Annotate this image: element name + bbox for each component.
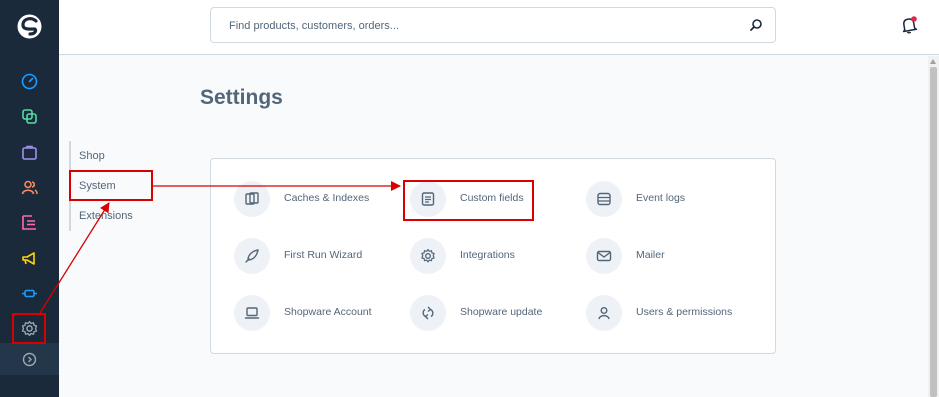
settings-tab-extensions[interactable]: Extensions: [71, 201, 169, 231]
setting-icon-circle: [234, 181, 270, 217]
top-bar: [59, 0, 939, 55]
setting-label: Caches & Indexes: [284, 192, 370, 204]
scroll-thumb[interactable]: [930, 67, 937, 397]
settings-tab-system[interactable]: System: [71, 171, 169, 201]
mail-icon: [596, 250, 612, 262]
bell-icon[interactable]: [899, 15, 919, 35]
content-icon[interactable]: [20, 213, 39, 232]
setting-mailer[interactable]: Mailer: [586, 238, 736, 274]
system-settings-card: Caches & Indexes Custom fields Event log…: [210, 158, 776, 354]
setting-icon-circle: [410, 295, 446, 331]
search-input[interactable]: [229, 17, 729, 35]
settings-tab-nav: Shop System Extensions: [69, 141, 169, 231]
shopware-logo-icon: [17, 14, 42, 39]
scroll-up-icon[interactable]: [930, 59, 936, 64]
custom-fields-icon: [421, 192, 435, 206]
global-search[interactable]: [210, 7, 776, 43]
page-scrollbar[interactable]: [928, 56, 939, 397]
settings-tab-shop[interactable]: Shop: [71, 141, 169, 171]
page-title: Settings: [200, 86, 283, 109]
rocket-icon: [245, 249, 259, 263]
setting-icon-circle: [586, 295, 622, 331]
cache-icon: [245, 192, 259, 205]
setting-custom-fields[interactable]: Custom fields: [410, 181, 560, 217]
setting-label: Event logs: [636, 192, 686, 204]
setting-integrations[interactable]: Integrations: [410, 238, 560, 274]
logo-area[interactable]: [0, 0, 59, 55]
setting-icon-circle: [586, 181, 622, 217]
setting-label: Users & permissions: [636, 306, 733, 318]
setting-icon-circle: [410, 181, 446, 217]
gear-icon: [421, 248, 435, 263]
setting-icon-circle: [234, 295, 270, 331]
expand-icon[interactable]: [20, 350, 39, 369]
setting-first-run-wizard[interactable]: First Run Wizard: [234, 238, 384, 274]
setting-event-logs[interactable]: Event logs: [586, 181, 736, 217]
update-icon: [422, 306, 434, 320]
setting-label: Mailer: [636, 249, 665, 261]
setting-shopware-account[interactable]: Shopware Account: [234, 295, 384, 331]
orders-icon[interactable]: [20, 143, 39, 162]
setting-label: Shopware Account: [284, 306, 372, 318]
search-icon[interactable]: [749, 18, 763, 32]
event-logs-icon: [597, 192, 611, 206]
setting-icon-circle: [586, 238, 622, 274]
sidebar-user-area: [0, 375, 59, 397]
customers-icon[interactable]: [20, 178, 39, 197]
dashboard-icon[interactable]: [20, 72, 39, 91]
marketing-icon[interactable]: [20, 249, 39, 268]
setting-shopware-update[interactable]: Shopware update: [410, 295, 560, 331]
extensions-icon[interactable]: [20, 284, 39, 303]
setting-label: First Run Wizard: [284, 249, 363, 261]
setting-icon-circle: [234, 238, 270, 274]
setting-caches-indexes[interactable]: Caches & Indexes: [234, 181, 384, 217]
laptop-icon: [244, 307, 260, 319]
app-root: Settings Shop System Extensions Caches &…: [0, 0, 939, 397]
settings-icon[interactable]: [20, 319, 39, 338]
user-icon: [598, 307, 610, 320]
setting-users-permissions[interactable]: Users & permissions: [586, 295, 746, 331]
setting-label: Custom fields: [460, 192, 524, 204]
admin-sidebar: [0, 0, 59, 397]
setting-label: Shopware update: [460, 306, 543, 318]
catalogue-icon[interactable]: [20, 107, 39, 126]
setting-label: Integrations: [460, 249, 515, 261]
setting-icon-circle: [410, 238, 446, 274]
